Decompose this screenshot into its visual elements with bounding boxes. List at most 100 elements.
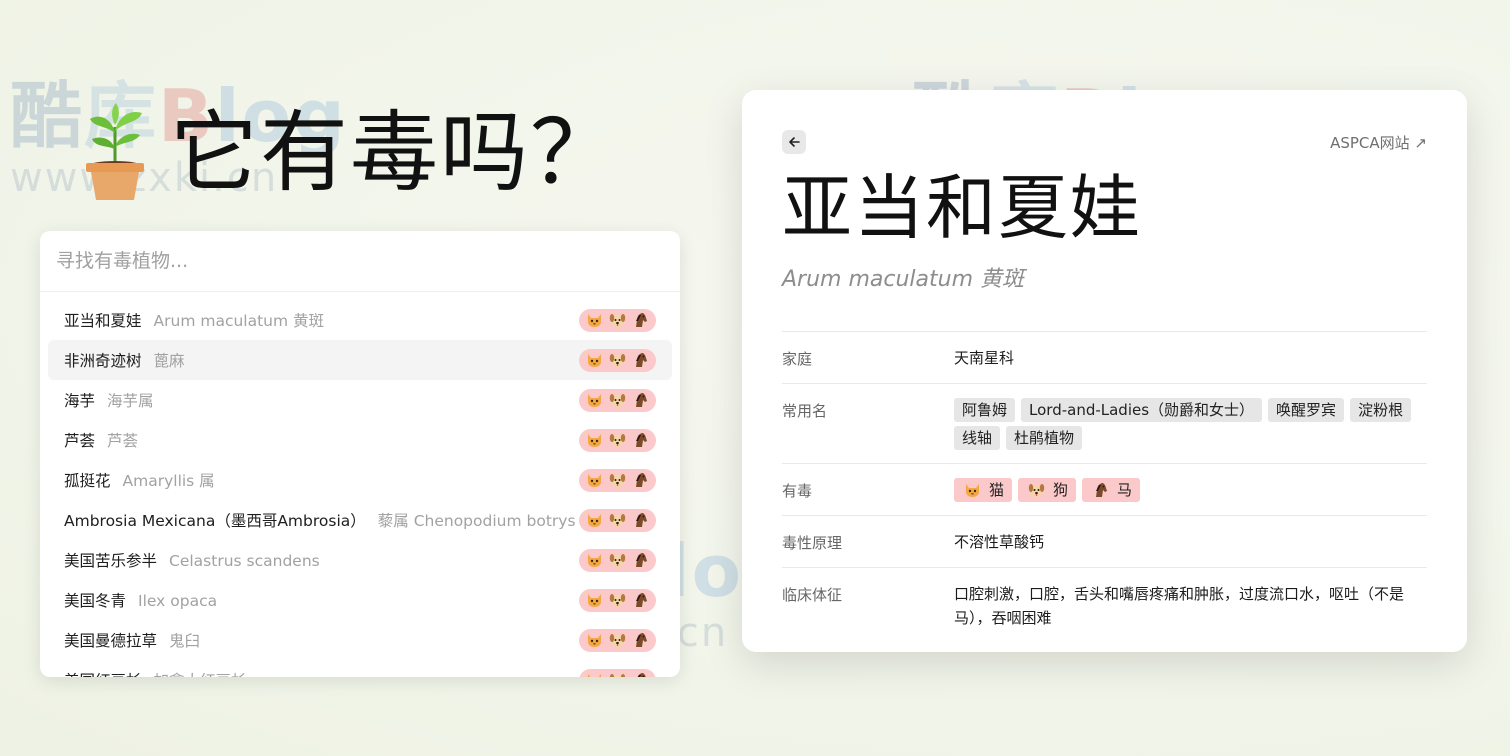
plant-scientific-name: Celastrus scandens <box>169 552 320 570</box>
horse-icon <box>630 431 651 450</box>
plant-scientific-name: Amaryllis 属 <box>122 472 215 490</box>
toxic-to-label: 猫 <box>989 481 1005 499</box>
plant-names: 美国冬青 Ilex opaca <box>64 589 217 611</box>
plant-list-item[interactable]: 美国红豆杉 加拿大红豆杉 <box>48 660 672 677</box>
plant-scientific-name: Ilex opaca <box>138 592 218 610</box>
search-input[interactable] <box>56 250 664 272</box>
dog-icon <box>607 471 628 490</box>
plant-names: 美国苦乐参半 Celastrus scandens <box>64 549 320 571</box>
principle-row: 毒性原理 不溶性草酸钙 <box>782 516 1427 568</box>
cat-icon <box>584 391 605 410</box>
plant-common-name: 孤挺花 <box>64 472 111 490</box>
horse-icon <box>630 631 651 650</box>
plant-list-item[interactable]: Ambrosia Mexicana（墨西哥Ambrosia） 藜属 Chenopo… <box>48 500 672 540</box>
toxic-to-list: 猫狗马 <box>954 478 1427 502</box>
aspca-link[interactable]: ASPCA网站 ↗ <box>1330 132 1427 153</box>
common-names-row: 常用名 阿鲁姆 Lord-and-Ladies（勋爵和女士） 唤醒罗宾 淀粉根 线轴 杜鹃… <box>782 384 1427 464</box>
toxic-to-tag: 狗 <box>1018 478 1077 502</box>
plant-scientific-name: Arum maculatum 黄斑 <box>153 312 325 330</box>
plant-common-name: 美国冬青 <box>64 592 127 610</box>
principle-label: 毒性原理 <box>782 534 843 552</box>
toxicity-badges <box>579 348 656 372</box>
horse-icon <box>630 391 651 410</box>
plant-common-name: Ambrosia Mexicana（墨西哥Ambrosia） <box>64 512 366 530</box>
plant-list-item[interactable]: 美国曼德拉草 鬼臼 <box>48 620 672 660</box>
toxic-to-label: 狗 <box>1053 481 1069 499</box>
plant-names: 亚当和夏娃 Arum maculatum 黄斑 <box>64 309 324 331</box>
plant-list-item[interactable]: 孤挺花 Amaryllis 属 <box>48 460 672 500</box>
plant-list-item[interactable]: 美国苦乐参半 Celastrus scandens <box>48 540 672 580</box>
cat-icon <box>584 671 605 677</box>
clinical-signs-row: 临床体征 口腔刺激，口腔，舌头和嘴唇疼痛和肿胀，过度流口水，呕吐（不是马），吞咽… <box>782 568 1427 643</box>
plant-title: 亚当和夏娃 <box>782 167 1142 249</box>
plant-list-item[interactable]: 海芋 海芋属 <box>48 380 672 420</box>
plant-names: Ambrosia Mexicana（墨西哥Ambrosia） 藜属 Chenopo… <box>64 509 576 531</box>
horse-icon <box>630 311 651 330</box>
clinical-signs-label: 临床体征 <box>782 586 843 604</box>
dog-icon <box>607 351 628 370</box>
cat-icon <box>584 311 605 330</box>
toxic-row: 有毒 猫 狗 马 <box>782 464 1427 516</box>
arrow-left-icon <box>789 137 800 147</box>
clinical-signs-value: 口腔刺激，口腔，舌头和嘴唇疼痛和肿胀，过度流口水，呕吐（不是马），吞咽困难 <box>954 585 1405 627</box>
dog-icon <box>607 671 628 677</box>
plant-names: 孤挺花 Amaryllis 属 <box>64 469 215 491</box>
family-label: 家庭 <box>782 350 813 368</box>
toxicity-badges <box>579 668 656 677</box>
common-name-tag: 杜鹃植物 <box>1006 426 1083 450</box>
plant-list: 亚当和夏娃 Arum maculatum 黄斑非洲奇迹树 蓖麻海芋 海芋属芦荟 芦荟孤挺… <box>40 292 680 677</box>
search-bar <box>40 231 680 292</box>
principle-value: 不溶性草酸钙 <box>954 533 1045 551</box>
plant-common-name: 美国红豆杉 <box>64 669 142 677</box>
horse-icon <box>630 671 651 677</box>
toxicity-badges <box>579 468 656 492</box>
cat-icon <box>584 471 605 490</box>
common-name-tag: 线轴 <box>954 426 1001 450</box>
dog-icon <box>607 311 628 330</box>
dog-icon <box>1026 481 1047 500</box>
common-names-list: 阿鲁姆 Lord-and-Ladies（勋爵和女士） 唤醒罗宾 淀粉根 线轴 杜鹃植物 <box>954 398 1427 450</box>
cat-icon <box>584 351 605 370</box>
back-button[interactable] <box>782 130 806 154</box>
plant-scientific-name: 蓖麻 <box>153 352 185 370</box>
horse-icon <box>1090 481 1111 500</box>
plant-common-name: 海芋 <box>64 392 96 410</box>
cat-icon <box>584 551 605 570</box>
toxicity-badges <box>579 508 656 532</box>
plant-common-name: 亚当和夏娃 <box>64 312 142 330</box>
plant-names: 芦荟 芦荟 <box>64 429 138 451</box>
toxicity-badges <box>579 548 656 572</box>
plant-list-item[interactable]: 亚当和夏娃 Arum maculatum 黄斑 <box>48 300 672 340</box>
horse-icon <box>630 471 651 490</box>
plant-names: 美国红豆杉 加拿大红豆杉 <box>64 669 247 677</box>
plant-scientific-name: 鬼臼 <box>169 632 201 650</box>
plant-list-item[interactable]: 美国冬青 Ilex opaca <box>48 580 672 620</box>
page-title: 它有毒吗？ <box>170 101 621 204</box>
toxicity-badges <box>579 588 656 612</box>
dog-icon <box>607 431 628 450</box>
plant-list-item[interactable]: 非洲奇迹树 蓖麻 <box>48 340 672 380</box>
plant-scientific-name: 加拿大红豆杉 <box>154 669 247 677</box>
plant-common-name: 非洲奇迹树 <box>64 352 142 370</box>
plant-scientific-name: 芦荟 <box>107 432 139 450</box>
horse-icon <box>630 591 651 610</box>
plant-common-name: 芦荟 <box>64 432 96 450</box>
plant-names: 非洲奇迹树 蓖麻 <box>64 349 185 371</box>
common-name-tag: Lord-and-Ladies（勋爵和女士） <box>1021 398 1263 422</box>
family-value: 天南星科 <box>954 349 1015 367</box>
cat-icon <box>584 511 605 530</box>
common-name-tag: 唤醒罗宾 <box>1268 398 1345 422</box>
info-table: 家庭 天南星科 常用名 阿鲁姆 Lord-and-Ladies（勋爵和女士） 唤醒罗… <box>782 331 1427 643</box>
plant-list-item[interactable]: 芦荟 芦荟 <box>48 420 672 460</box>
dog-icon <box>607 391 628 410</box>
dog-icon <box>607 591 628 610</box>
cat-icon <box>962 481 983 500</box>
dog-icon <box>607 511 628 530</box>
horse-icon <box>630 551 651 570</box>
toxic-to-tag: 猫 <box>954 478 1013 502</box>
plant-common-name: 美国曼德拉草 <box>64 632 158 650</box>
cat-icon <box>584 431 605 450</box>
plant-scientific-name: Arum maculatum 黄斑 <box>782 267 1025 292</box>
common-names-label: 常用名 <box>782 402 828 420</box>
cat-icon <box>584 591 605 610</box>
